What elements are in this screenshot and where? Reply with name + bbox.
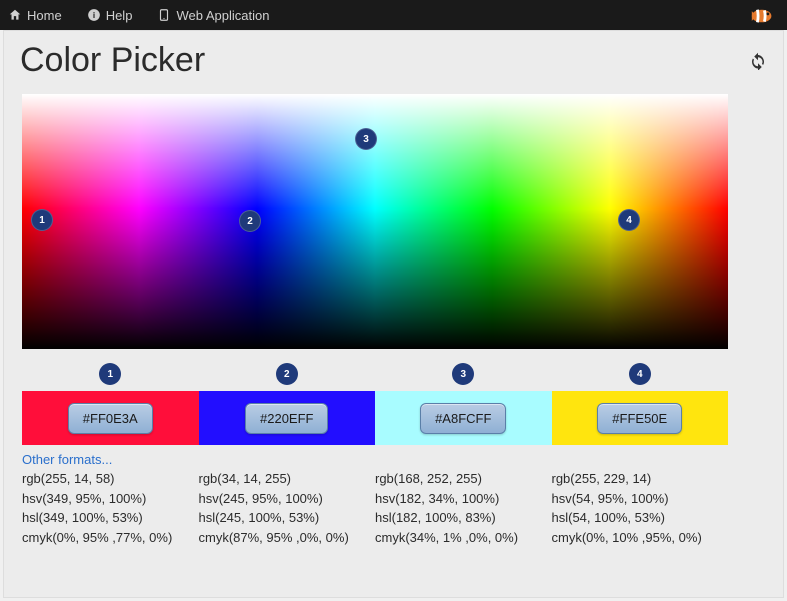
swatch-3: #A8FCFF bbox=[375, 391, 552, 445]
swatch-2: #220EFF bbox=[199, 391, 376, 445]
swatch-badge-cell: 4 bbox=[552, 363, 729, 385]
page-title: Color Picker bbox=[20, 41, 205, 80]
format-column-3: rgb(168, 252, 255)hsv(182, 34%, 100%)hsl… bbox=[375, 469, 552, 547]
swatch-badge-3: 3 bbox=[452, 363, 474, 385]
nav-help[interactable]: i Help bbox=[87, 8, 133, 23]
format-hsl-2: hsl(245, 100%, 53%) bbox=[199, 508, 376, 528]
format-hsv-2: hsv(245, 95%, 100%) bbox=[199, 489, 376, 509]
other-formats-link[interactable]: Other formats... bbox=[22, 452, 112, 467]
device-icon bbox=[157, 8, 171, 22]
swatch-badge-cell: 2 bbox=[199, 363, 376, 385]
swatch-badge-row: 1 2 3 4 bbox=[22, 363, 728, 385]
swatch-badge-cell: 3 bbox=[375, 363, 552, 385]
hex-button-1[interactable]: #FF0E3A bbox=[68, 403, 153, 434]
info-icon: i bbox=[87, 8, 101, 22]
title-row: Color Picker bbox=[8, 31, 779, 94]
nav-home[interactable]: Home bbox=[8, 8, 62, 23]
formats-columns: rgb(255, 14, 58)hsv(349, 95%, 100%)hsl(3… bbox=[22, 469, 728, 547]
home-icon bbox=[8, 8, 22, 22]
format-column-4: rgb(255, 229, 14)hsv(54, 95%, 100%)hsl(5… bbox=[552, 469, 729, 547]
swatch-badge-cell: 1 bbox=[22, 363, 199, 385]
fish-logo-icon bbox=[749, 6, 777, 26]
format-column-1: rgb(255, 14, 58)hsv(349, 95%, 100%)hsl(3… bbox=[22, 469, 199, 547]
hex-button-2[interactable]: #220EFF bbox=[245, 403, 328, 434]
hex-button-3[interactable]: #A8FCFF bbox=[420, 403, 506, 434]
swatch-4: #FFE50E bbox=[552, 391, 729, 445]
format-hsl-4: hsl(54, 100%, 53%) bbox=[552, 508, 729, 528]
format-cmyk-3: cmyk(34%, 1% ,0%, 0%) bbox=[375, 528, 552, 548]
refresh-icon[interactable] bbox=[749, 52, 767, 70]
format-hsv-4: hsv(54, 95%, 100%) bbox=[552, 489, 729, 509]
format-hsv-1: hsv(349, 95%, 100%) bbox=[22, 489, 199, 509]
nav-home-label: Home bbox=[27, 8, 62, 23]
svg-text:i: i bbox=[93, 11, 95, 20]
hex-button-4[interactable]: #FFE50E bbox=[597, 403, 682, 434]
format-rgb-4: rgb(255, 229, 14) bbox=[552, 469, 729, 489]
top-nav: Home i Help Web Application bbox=[0, 0, 787, 30]
format-hsl-1: hsl(349, 100%, 53%) bbox=[22, 508, 199, 528]
format-hsv-3: hsv(182, 34%, 100%) bbox=[375, 489, 552, 509]
format-column-2: rgb(34, 14, 255)hsv(245, 95%, 100%)hsl(2… bbox=[199, 469, 376, 547]
swatch-badge-2: 2 bbox=[276, 363, 298, 385]
format-rgb-2: rgb(34, 14, 255) bbox=[199, 469, 376, 489]
swatch-1: #FF0E3A bbox=[22, 391, 199, 445]
nav-webapp-label: Web Application bbox=[176, 8, 269, 23]
swatch-badge-4: 4 bbox=[629, 363, 651, 385]
swatch-row: #FF0E3A #220EFF #A8FCFF #FFE50E bbox=[22, 391, 728, 445]
gradient-area: 1234 bbox=[22, 94, 765, 349]
format-rgb-1: rgb(255, 14, 58) bbox=[22, 469, 199, 489]
swatch-badge-1: 1 bbox=[99, 363, 121, 385]
nav-help-label: Help bbox=[106, 8, 133, 23]
format-rgb-3: rgb(168, 252, 255) bbox=[375, 469, 552, 489]
format-hsl-3: hsl(182, 100%, 83%) bbox=[375, 508, 552, 528]
format-cmyk-1: cmyk(0%, 95% ,77%, 0%) bbox=[22, 528, 199, 548]
color-gradient[interactable] bbox=[22, 94, 728, 349]
nav-webapp[interactable]: Web Application bbox=[157, 8, 269, 23]
swatch-area: 1 2 3 4 #FF0E3A #220EFF #A8FCFF #FFE50E bbox=[22, 363, 765, 445]
format-cmyk-2: cmyk(87%, 95% ,0%, 0%) bbox=[199, 528, 376, 548]
other-formats: Other formats... rgb(255, 14, 58)hsv(349… bbox=[22, 451, 728, 547]
page-body: Color Picker 1 2 3 4 1 2 3 4 #FF0E3A #220EFF #A8… bbox=[3, 30, 784, 598]
format-cmyk-4: cmyk(0%, 10% ,95%, 0%) bbox=[552, 528, 729, 548]
